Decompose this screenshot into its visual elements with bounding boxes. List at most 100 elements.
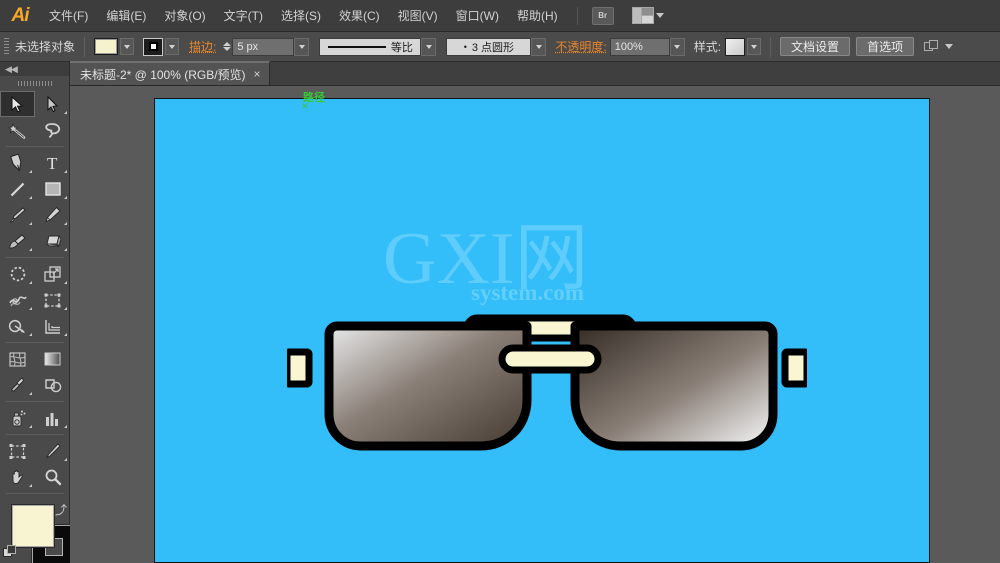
menu-window[interactable]: 窗口(W) — [447, 0, 508, 32]
selection-status: 未选择对象 — [15, 38, 75, 55]
style-dropdown-button[interactable] — [747, 38, 761, 55]
perspective-grid-tool[interactable] — [35, 313, 70, 339]
blend-tool[interactable] — [35, 372, 70, 398]
direct-selection-tool[interactable] — [35, 91, 70, 117]
tool-expand-icon — [29, 167, 32, 173]
swap-fill-stroke-icon[interactable]: ⤴ — [55, 501, 67, 518]
tool-divider — [6, 493, 64, 494]
artboard-tool[interactable] — [0, 438, 35, 464]
tools-panel-header[interactable]: ◀◀ — [0, 62, 69, 76]
menubar-divider — [577, 7, 578, 25]
menu-select[interactable]: 选择(S) — [272, 0, 330, 32]
sunglasses-illustration[interactable] — [287, 304, 807, 479]
canvas-workspace[interactable]: 路径 ✕ GXI网 system.com — [70, 86, 1000, 563]
stroke-color-swatch[interactable] — [143, 38, 163, 56]
pen-tool[interactable] — [0, 150, 35, 176]
tool-expand-icon — [29, 422, 32, 428]
tool-expand-icon — [64, 330, 67, 336]
type-tool[interactable]: T — [35, 150, 70, 176]
tool-expand-icon — [64, 422, 67, 428]
hand-tool[interactable] — [0, 464, 35, 490]
bridge-icon[interactable]: Br — [592, 7, 614, 25]
menu-file[interactable]: 文件(F) — [40, 0, 97, 32]
chevron-down-icon — [124, 45, 130, 49]
eyedropper-tool[interactable] — [0, 372, 35, 398]
default-fill-stroke-icon[interactable] — [3, 545, 17, 559]
fill-color-swatch[interactable] — [94, 38, 118, 55]
paintbrush-tool[interactable] — [0, 202, 35, 228]
free-transform-tool[interactable] — [35, 287, 70, 313]
tool-expand-icon — [29, 304, 32, 310]
rotate-tool[interactable] — [0, 261, 35, 287]
fill-stroke-controls: ⤴ — [0, 501, 70, 563]
tool-expand-icon — [29, 193, 32, 199]
shape-builder-tool[interactable] — [0, 313, 35, 339]
width-tool[interactable] — [0, 287, 35, 313]
stepper-up-icon — [223, 42, 231, 46]
blob-brush-tool[interactable] — [0, 228, 35, 254]
opacity-input[interactable]: 100% — [610, 38, 670, 56]
temple-right — [785, 352, 807, 384]
symbol-sprayer-tool[interactable] — [0, 405, 35, 431]
graphic-style-swatch[interactable] — [725, 38, 745, 56]
slice-tool[interactable] — [35, 438, 70, 464]
artboard[interactable]: 路径 ✕ GXI网 system.com — [154, 98, 930, 563]
stroke-weight-label[interactable]: 描边: — [189, 38, 216, 55]
preferences-button[interactable]: 首选项 — [856, 37, 914, 56]
stroke-dropdown-button[interactable] — [165, 38, 179, 55]
document-setup-button[interactable]: 文档设置 — [780, 37, 850, 56]
zoom-tool[interactable] — [35, 464, 70, 490]
style-label: 样式: — [694, 38, 721, 55]
lasso-tool[interactable] — [35, 117, 70, 143]
control-bar: 未选择对象 描边: 5 px 等比 • 3 点圆形 不透明度: 100% 样式:… — [0, 32, 1000, 62]
stroke-profile-dropdown[interactable] — [421, 38, 436, 56]
tool-expand-icon — [64, 278, 67, 284]
watermark-main-text: GXI网 — [383, 224, 713, 294]
chevron-down-icon[interactable] — [945, 44, 953, 49]
layout-grid-icon — [632, 7, 654, 24]
stroke-weight-input[interactable]: 5 px — [232, 38, 294, 56]
tool-expand-icon — [29, 389, 32, 395]
stroke-weight-stepper[interactable] — [221, 38, 232, 56]
tool-grid: T — [0, 91, 70, 497]
pencil-tool[interactable] — [35, 202, 70, 228]
mesh-tool[interactable] — [0, 346, 35, 372]
line-segment-tool[interactable] — [0, 176, 35, 202]
column-graph-tool[interactable] — [35, 405, 70, 431]
stroke-weight-dropdown[interactable] — [294, 38, 309, 56]
collapse-panel-icon[interactable]: ◀◀ — [5, 64, 17, 75]
menu-object[interactable]: 对象(O) — [155, 0, 214, 32]
toolbar-fill-swatch[interactable] — [12, 505, 54, 547]
selection-tool[interactable] — [0, 91, 35, 117]
gradient-tool[interactable] — [35, 346, 70, 372]
brush-preset-dropdown[interactable] — [531, 38, 546, 56]
menu-edit[interactable]: 编辑(E) — [97, 0, 155, 32]
document-tab-bar: 未标题-2* @ 100% (RGB/预览) × — [70, 62, 1000, 86]
opacity-dropdown[interactable] — [670, 38, 685, 56]
stroke-profile-select[interactable]: 等比 — [319, 38, 421, 56]
close-icon[interactable]: × — [254, 68, 261, 80]
menu-type[interactable]: 文字(T) — [215, 0, 272, 32]
scale-tool[interactable] — [35, 261, 70, 287]
menu-effect[interactable]: 效果(C) — [330, 0, 389, 32]
tool-divider — [6, 146, 64, 147]
fill-dropdown-button[interactable] — [120, 38, 134, 55]
magic-wand-tool[interactable] — [0, 117, 35, 143]
arrange-objects-icon[interactable] — [924, 40, 939, 54]
control-bar-grip[interactable] — [4, 38, 9, 56]
chevron-down-icon — [656, 13, 664, 18]
tool-expand-icon — [64, 108, 67, 114]
opacity-label[interactable]: 不透明度: — [555, 38, 606, 55]
stroke-profile-label: 等比 — [391, 39, 413, 55]
chevron-down-icon — [751, 45, 757, 49]
rectangle-tool[interactable] — [35, 176, 70, 202]
tools-panel-grip[interactable] — [18, 78, 52, 88]
tool-divider — [6, 434, 64, 435]
brush-preset-select[interactable]: • 3 点圆形 — [446, 38, 531, 56]
menu-view[interactable]: 视图(V) — [389, 0, 447, 32]
chevron-down-icon — [536, 45, 542, 49]
eraser-tool[interactable] — [35, 228, 70, 254]
document-tab[interactable]: 未标题-2* @ 100% (RGB/预览) × — [70, 61, 270, 85]
menu-help[interactable]: 帮助(H) — [508, 0, 567, 32]
arrange-documents-icon[interactable] — [632, 7, 664, 24]
